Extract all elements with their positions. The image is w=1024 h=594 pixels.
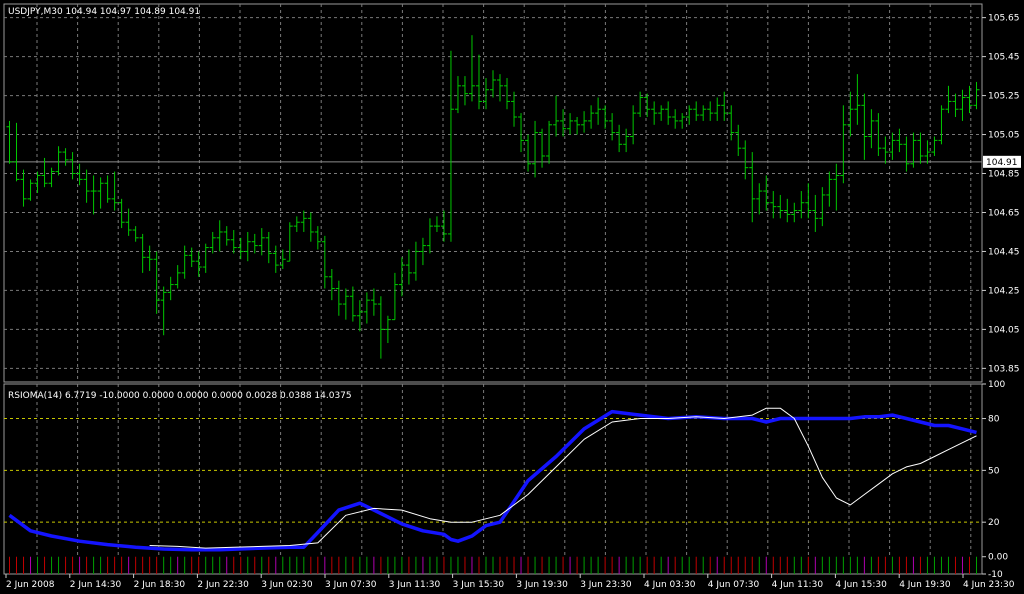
time-tick-label: 3 Jun 19:30 xyxy=(516,580,568,590)
indicator-tick-label: 20 xyxy=(988,518,1000,528)
indicator-tick-label: 80 xyxy=(988,415,1000,425)
price-tick-label: 105.25 xyxy=(988,92,1020,102)
price-tick-label: 104.45 xyxy=(988,247,1020,257)
price-tick-label: 105.65 xyxy=(988,14,1020,24)
price-pane-title: USDJPY,M30 104.94 104.97 104.89 104.91 xyxy=(8,7,200,17)
price-tick-label: 104.05 xyxy=(988,325,1020,335)
time-tick-label: 4 Jun 23:30 xyxy=(963,580,1015,590)
price-tick-label: 103.85 xyxy=(988,364,1020,374)
indicator-tick-label: 0.00 xyxy=(988,553,1008,563)
time-tick-label: 3 Jun 02:30 xyxy=(261,580,313,590)
price-tick-label: 104.25 xyxy=(988,286,1020,296)
time-tick-label: 3 Jun 07:30 xyxy=(325,580,377,590)
time-tick-label: 2 Jun 14:30 xyxy=(70,580,122,590)
time-tick-label: 4 Jun 11:30 xyxy=(772,580,824,590)
time-tick-label: 3 Jun 15:30 xyxy=(453,580,505,590)
price-tick-label: 105.05 xyxy=(988,131,1020,141)
indicator-pane-title: RSIOMA(14) 6.7719 -10.0000 0.0000 0.0000… xyxy=(8,391,352,401)
indicator-tick-label: 100 xyxy=(988,380,1005,390)
time-tick-label: 4 Jun 03:30 xyxy=(644,580,696,590)
time-tick-label: 4 Jun 19:30 xyxy=(899,580,951,590)
time-tick-label: 2 Jun 22:30 xyxy=(197,580,249,590)
time-tick-label: 3 Jun 11:30 xyxy=(389,580,441,590)
price-tick-label: 104.85 xyxy=(988,170,1020,180)
time-tick-label: 2 Jun 2008 xyxy=(6,580,55,590)
indicator-tick-label: -10 xyxy=(988,570,1003,580)
time-tick-label: 3 Jun 23:30 xyxy=(580,580,632,590)
time-tick-label: 4 Jun 15:30 xyxy=(835,580,887,590)
price-tick-label: 105.45 xyxy=(988,53,1020,63)
current-price-label: 104.91 xyxy=(986,158,1018,168)
trading-chart[interactable]: 105.65 105.45 105.25 105.05 104.85 104.65 104.… xyxy=(0,0,1024,594)
time-tick-label: 2 Jun 18:30 xyxy=(134,580,186,590)
price-tick-label: 104.65 xyxy=(988,208,1020,218)
time-tick-label: 4 Jun 07:30 xyxy=(708,580,760,590)
indicator-tick-label: 50 xyxy=(988,466,1000,476)
